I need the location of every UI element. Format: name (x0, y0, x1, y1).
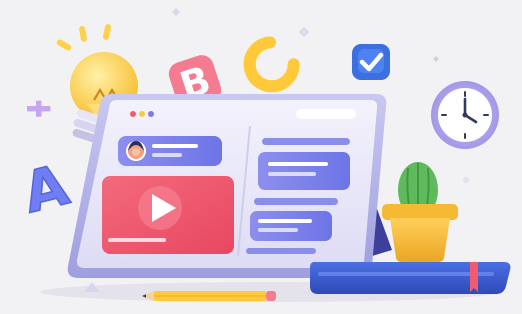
sparkle-right-mid (463, 177, 469, 183)
sparkle-cube-top-right (298, 26, 310, 38)
window-dot-purple (148, 111, 154, 117)
pencil-icon (142, 291, 276, 301)
cactus-plant-icon (382, 162, 458, 262)
content-heading-bar-1 (262, 138, 350, 145)
sparkle-right-top (433, 56, 439, 62)
bookmark-ribbon (470, 262, 478, 292)
plus-sparkle-left (27, 100, 51, 117)
profile-card[interactable] (118, 136, 222, 166)
book-icon (310, 262, 511, 294)
content-card-2[interactable] (250, 211, 332, 241)
checkbox-check-icon (352, 44, 390, 80)
letter-c: C (0, 0, 1, 1)
window-dot-red (130, 111, 136, 117)
video-player[interactable] (102, 176, 234, 254)
e-learning-illustration: B C A (0, 0, 522, 310)
address-bar[interactable] (296, 109, 356, 119)
content-heading-bar-3 (246, 248, 316, 254)
illustration-canvas: B C A (0, 0, 511, 302)
content-card-2-line-1 (258, 219, 312, 223)
profile-subtitle-placeholder (152, 153, 182, 157)
video-caption-placeholder (108, 238, 166, 242)
profile-name-placeholder (152, 144, 198, 148)
window-dot-yellow (139, 111, 145, 117)
content-card-1-line-2 (268, 172, 316, 176)
content-heading-bar-2 (254, 198, 338, 205)
letter-a: A (17, 153, 75, 227)
sparkle-top-center (172, 8, 180, 16)
content-card-2-line-2 (258, 228, 298, 232)
wall-clock-icon (431, 81, 499, 149)
content-card-1[interactable] (258, 152, 350, 190)
letter-c-shape (243, 36, 300, 93)
content-card-1-line-1 (268, 162, 328, 166)
